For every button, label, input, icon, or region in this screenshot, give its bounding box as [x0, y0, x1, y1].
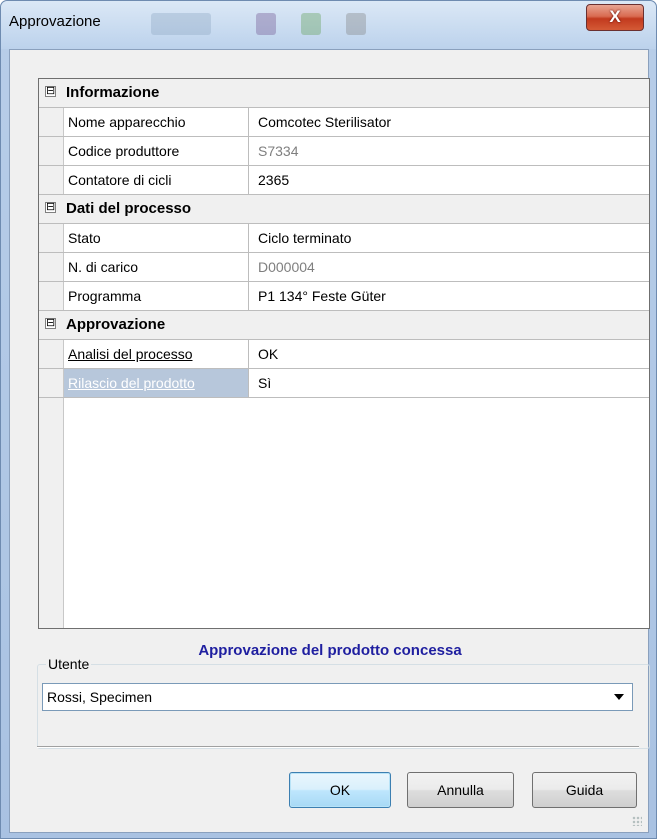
collapse-icon[interactable]: ⊟	[45, 202, 56, 213]
collapse-icon[interactable]: ⊟	[45, 318, 56, 329]
property-name-cell: Stato	[64, 224, 249, 252]
category-dati-del-processo: ⊟ Dati del processo	[39, 195, 649, 224]
property-name-link[interactable]: Rilascio del prodotto	[68, 375, 195, 391]
property-name-cell: N. di carico	[64, 253, 249, 281]
property-name: Stato	[68, 230, 101, 246]
property-name-link[interactable]: Analisi del processo	[68, 346, 193, 362]
property-row[interactable]: Stato Ciclo terminato	[39, 224, 649, 253]
help-button[interactable]: Guida	[532, 772, 637, 808]
close-button[interactable]: X	[586, 4, 644, 31]
property-name: Codice produttore	[68, 143, 180, 159]
property-row[interactable]: N. di carico D000004	[39, 253, 649, 282]
window-title: Approvazione	[9, 13, 101, 30]
ok-button[interactable]: OK	[289, 772, 391, 808]
property-name: Contatore di cicli	[68, 172, 172, 188]
property-value[interactable]: OK	[258, 346, 278, 362]
title-decoration	[256, 13, 276, 35]
property-row[interactable]: Analisi del processo OK	[39, 340, 649, 369]
title-decoration	[301, 13, 321, 35]
dialog-window: Approvazione X ⊟ Informazione Nome appar…	[0, 0, 657, 839]
category-label: Approvazione	[66, 316, 166, 333]
collapse-icon[interactable]: ⊟	[45, 86, 56, 97]
property-row[interactable]: Codice produttore S7334	[39, 137, 649, 166]
chevron-down-icon[interactable]	[614, 694, 624, 700]
property-value: S7334	[258, 143, 299, 159]
property-name-cell: Analisi del processo	[64, 340, 249, 368]
category-approvazione: ⊟ Approvazione	[39, 311, 649, 340]
cancel-button[interactable]: Annulla	[407, 772, 514, 808]
property-name: N. di carico	[68, 259, 139, 275]
user-group-label: Utente	[46, 656, 92, 672]
property-row[interactable]: Contatore di cicli 2365	[39, 166, 649, 195]
category-label: Informazione	[66, 84, 160, 101]
property-name: Nome apparecchio	[68, 114, 186, 130]
user-select-value: Rossi, Specimen	[47, 689, 153, 705]
property-name-cell: Rilascio del prodotto	[64, 369, 249, 397]
property-row[interactable]: Programma P1 134° Feste Güter	[39, 282, 649, 311]
property-grid: ⊟ Informazione Nome apparecchio Comcotec…	[38, 78, 650, 629]
property-value: P1 134° Feste Güter	[258, 288, 386, 304]
property-row[interactable]: Nome apparecchio Comcotec Sterilisator	[39, 108, 649, 137]
property-value[interactable]: Sì	[258, 375, 271, 391]
property-name-cell: Contatore di cicli	[64, 166, 249, 194]
title-decoration	[346, 13, 366, 35]
separator	[37, 746, 639, 748]
property-value: 2365	[258, 172, 290, 188]
close-icon: X	[609, 7, 621, 26]
property-value: Comcotec Sterilisator	[258, 114, 392, 130]
title-bar[interactable]: Approvazione X	[1, 1, 656, 49]
category-informazione: ⊟ Informazione	[39, 79, 649, 108]
property-row-selected[interactable]: Rilascio del prodotto Sì	[39, 369, 649, 398]
dialog-client-area: ⊟ Informazione Nome apparecchio Comcotec…	[9, 49, 650, 833]
property-name-cell: Programma	[64, 282, 249, 310]
resize-grip-icon[interactable]	[632, 816, 642, 826]
title-decoration	[151, 13, 211, 35]
user-groupbox: Utente Rossi, Specimen	[37, 656, 650, 749]
property-value: D000004	[258, 259, 315, 275]
property-name-cell: Codice produttore	[64, 137, 249, 165]
category-label: Dati del processo	[66, 200, 192, 217]
property-name-cell: Nome apparecchio	[64, 108, 249, 136]
property-name: Programma	[68, 288, 142, 304]
user-select[interactable]: Rossi, Specimen	[42, 683, 633, 711]
property-value: Ciclo terminato	[258, 230, 352, 246]
status-message: Approvazione del prodotto concessa	[198, 642, 462, 659]
